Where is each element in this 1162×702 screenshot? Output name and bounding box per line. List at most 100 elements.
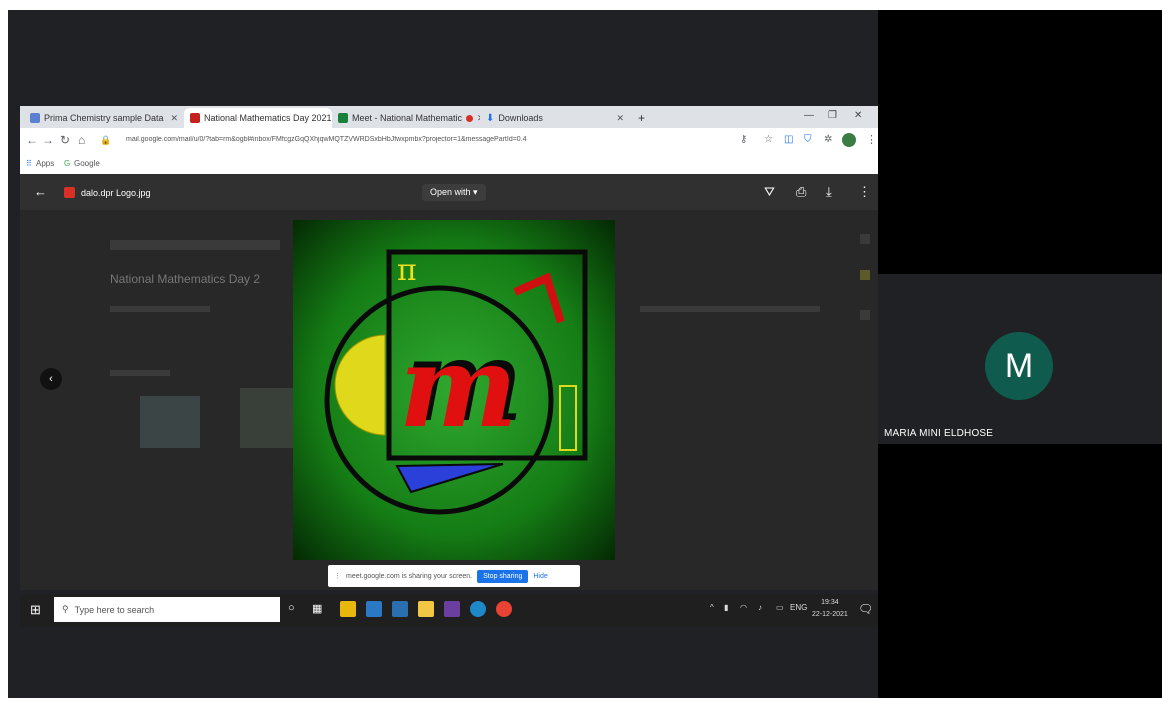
- stop-sharing-button[interactable]: Stop sharing: [477, 569, 529, 583]
- prev-image-icon[interactable]: ‹: [40, 368, 62, 390]
- address-bar-row: ← → ↻ ⌂ 🔒 mail.google.com/mail/u/0/?tab=…: [20, 128, 878, 154]
- dim-line: [110, 306, 210, 312]
- tab-strip: Prima Chemistry sample Data ✕ National M…: [20, 106, 878, 128]
- back-icon[interactable]: ←: [26, 133, 38, 147]
- apps-icon: ⠿: [26, 159, 32, 168]
- lock-icon: 🔒: [100, 135, 112, 145]
- keyboard-icon[interactable]: ▭: [776, 603, 784, 612]
- dim-side-icon: [860, 310, 870, 320]
- taskbar-clock[interactable]: 19:34 22-12-2021: [812, 597, 848, 621]
- tab-label: Meet - National Mathematic: [352, 113, 463, 123]
- file-name: dalo.dpr Logo.jpg: [64, 187, 151, 198]
- tab-national-math[interactable]: National Mathematics Day 2021 ✕: [184, 108, 332, 128]
- shield-icon[interactable]: ⛉: [804, 134, 812, 145]
- viewer-toolbar: ← dalo.dpr Logo.jpg Open with ▾ ⛛ ⎙ ⤓ ⋮: [20, 174, 878, 210]
- store-icon[interactable]: [418, 601, 434, 617]
- dim-toolbar: [110, 240, 280, 250]
- search-placeholder: Type here to search: [74, 604, 155, 615]
- dim-side-icon: [860, 270, 870, 280]
- task-view-icon[interactable]: ▦: [312, 602, 322, 615]
- chrome-icon[interactable]: [496, 601, 512, 617]
- mail-icon: [190, 113, 200, 123]
- shared-screen: Prima Chemistry sample Data ✕ National M…: [8, 10, 878, 698]
- browser-window: Prima Chemistry sample Data ✕ National M…: [20, 106, 878, 175]
- m-letter: m: [399, 322, 518, 453]
- windows-start-icon[interactable]: ⊞: [30, 602, 41, 618]
- dim-thumbnail: [140, 396, 200, 448]
- maximize-icon[interactable]: ❐: [828, 110, 837, 121]
- print-icon[interactable]: ⎙: [796, 184, 806, 200]
- open-with-button[interactable]: Open with ▾: [422, 184, 486, 201]
- tray-chevron-icon[interactable]: ^: [710, 603, 714, 612]
- participant-panel: M MARIA MINI ELDHOSE: [878, 10, 1162, 698]
- battery-icon[interactable]: ▮: [724, 603, 728, 612]
- mail-app-icon[interactable]: [366, 601, 382, 617]
- key-icon[interactable]: ⚷: [740, 134, 747, 145]
- download-icon[interactable]: ⤓: [826, 184, 832, 200]
- meet-stage: Prima Chemistry sample Data ✕ National M…: [8, 10, 1162, 698]
- notifications-icon[interactable]: 🗨: [858, 602, 873, 616]
- file-name-label: dalo.dpr Logo.jpg: [81, 187, 151, 198]
- network-icon[interactable]: ◠: [740, 603, 747, 612]
- volume-icon[interactable]: ♪: [758, 603, 762, 612]
- recording-dot-icon: [466, 114, 474, 122]
- tab-meet[interactable]: Meet - National Mathematic ✕: [332, 108, 480, 128]
- extension-icon[interactable]: ◫: [784, 134, 793, 145]
- handle-icon: ⋮: [334, 573, 341, 580]
- bookmark-apps[interactable]: Apps: [36, 159, 54, 168]
- doc-title: National Mathematics Day 2: [110, 272, 261, 286]
- menu-icon[interactable]: ⋮: [866, 133, 877, 146]
- download-icon: ⬇: [486, 112, 495, 124]
- close-icon[interactable]: ✕: [170, 113, 178, 124]
- more-options-icon[interactable]: ⋮: [858, 184, 871, 200]
- google-icon: G: [64, 159, 71, 168]
- sheets-icon: [30, 113, 40, 123]
- math-day-logo-image: π m m: [293, 220, 615, 560]
- participant-name: MARIA MINI ELDHOSE: [884, 428, 994, 439]
- dim-side-icon: [860, 234, 870, 244]
- cortana-icon[interactable]: ○: [288, 602, 295, 614]
- window-close-icon[interactable]: ✕: [854, 110, 862, 121]
- close-icon[interactable]: ✕: [616, 113, 624, 124]
- home-icon[interactable]: ⌂: [78, 133, 85, 147]
- screen-share-banner: ⋮ meet.google.com is sharing your screen…: [328, 565, 580, 587]
- share-message: meet.google.com is sharing your screen.: [346, 572, 473, 580]
- minimize-icon[interactable]: —: [804, 110, 814, 121]
- dim-line: [110, 370, 170, 376]
- meet-icon: [338, 113, 348, 123]
- add-to-drive-icon[interactable]: ⛛: [764, 184, 775, 200]
- bookmarks-bar: ⠿ Apps G Google: [20, 154, 878, 175]
- photos-icon[interactable]: [392, 601, 408, 617]
- taskbar-search[interactable]: ⚲ Type here to search: [54, 597, 280, 622]
- pi-symbol: π: [397, 253, 417, 288]
- reload-icon[interactable]: ↻: [60, 133, 70, 147]
- profile-avatar[interactable]: [842, 133, 856, 147]
- bookmark-google[interactable]: Google: [74, 159, 100, 168]
- dim-line: [640, 306, 820, 312]
- new-tab-button[interactable]: +: [632, 108, 652, 128]
- avatar: M: [985, 332, 1053, 400]
- tab-prima[interactable]: Prima Chemistry sample Data ✕: [24, 108, 184, 128]
- back-arrow-icon[interactable]: ←: [34, 184, 47, 199]
- hide-button[interactable]: Hide: [533, 573, 547, 580]
- puzzle-icon[interactable]: ✲: [824, 134, 832, 145]
- star-icon[interactable]: ☆: [764, 134, 773, 145]
- edge-icon[interactable]: [470, 601, 486, 617]
- windows-taskbar: ⊞ ⚲ Type here to search ○ ▦ ^ ▮ ◠ ♪ ▭ EN…: [20, 594, 878, 626]
- forward-icon[interactable]: →: [42, 133, 54, 147]
- dim-thumbnail: [240, 388, 300, 448]
- tab-label: National Mathematics Day 2021: [204, 113, 332, 123]
- search-icon: ⚲: [62, 604, 69, 614]
- image-file-icon: [64, 187, 75, 198]
- file-explorer-icon[interactable]: [340, 601, 356, 617]
- clock-time: 19:34: [821, 599, 839, 606]
- tab-label: Downloads: [498, 113, 543, 123]
- language-indicator[interactable]: ENG: [790, 603, 807, 612]
- tab-downloads[interactable]: ⬇ Downloads ✕: [480, 108, 630, 128]
- clock-date: 22-12-2021: [812, 611, 848, 618]
- tab-label: Prima Chemistry sample Data: [44, 113, 164, 123]
- participant-tile[interactable]: M MARIA MINI ELDHOSE: [878, 274, 1162, 444]
- logo-artwork: π m m: [293, 220, 615, 560]
- url-field[interactable]: mail.google.com/mail/u/0/?tab=rm&ogbl#in…: [126, 136, 596, 143]
- onenote-icon[interactable]: [444, 601, 460, 617]
